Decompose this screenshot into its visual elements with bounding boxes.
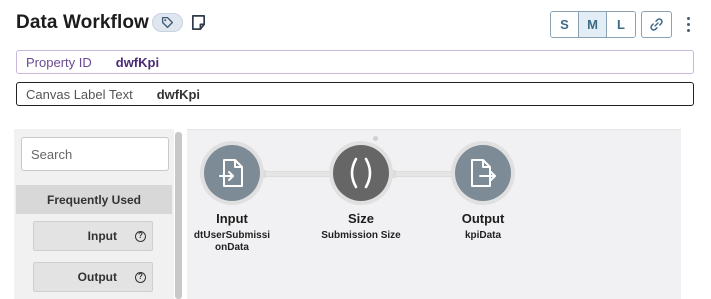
node-output[interactable]: Output kpiData (433, 141, 533, 242)
palette-section-header[interactable]: Frequently Used (16, 185, 172, 214)
page-title: Data Workflow (16, 12, 149, 33)
node-label: Output (461, 211, 505, 226)
header: Data Workflow S M L (0, 0, 711, 46)
tag-icon (161, 16, 174, 29)
canvas-label-field[interactable]: Canvas Label Text dwfKpi (16, 82, 694, 106)
node-label: Input (216, 211, 248, 226)
link-button[interactable] (641, 11, 672, 38)
canvas-label-label: Canvas Label Text (26, 86, 133, 102)
help-icon[interactable]: ? (135, 271, 146, 283)
note-icon[interactable] (190, 14, 207, 31)
palette-scrollbar[interactable] (175, 132, 182, 299)
property-id-label: Property ID (26, 54, 92, 70)
file-import-icon (219, 159, 243, 187)
node-label: Size (347, 211, 374, 226)
palette-item-label: Output (77, 270, 117, 284)
property-id-field[interactable]: Property ID dwfKpi (16, 50, 694, 74)
file-export-icon (471, 159, 496, 187)
search-input[interactable] (21, 137, 169, 171)
size-toggle-group: S M L (550, 11, 636, 38)
size-small-button[interactable]: S (551, 12, 579, 37)
link-icon (650, 18, 663, 31)
help-icon[interactable]: ? (135, 230, 146, 242)
size-large-button[interactable]: L (607, 12, 635, 37)
node-size[interactable]: Size Submission Size (311, 141, 411, 242)
palette-item-input[interactable]: Input ? (33, 221, 153, 251)
size-medium-button[interactable]: M (579, 12, 607, 37)
palette-item-output[interactable]: Output ? (33, 262, 153, 292)
node-sublabel: kpiData (464, 230, 502, 241)
tag-button[interactable] (152, 13, 183, 32)
node-sublabel: Submission Size (321, 230, 401, 241)
canvas-label-value: dwfKpi (156, 86, 201, 102)
node-input[interactable]: Input dtUserSubmissionData (182, 141, 282, 254)
palette-sidebar: Frequently Used Input ? Output ? (14, 129, 174, 299)
palette-item-label: Input (87, 229, 117, 243)
parentheses-icon (350, 157, 372, 189)
property-id-value: dwfKpi (115, 54, 160, 70)
node-sublabel: dtUserSubmissionData (193, 230, 271, 253)
more-options-icon[interactable] (681, 11, 695, 38)
